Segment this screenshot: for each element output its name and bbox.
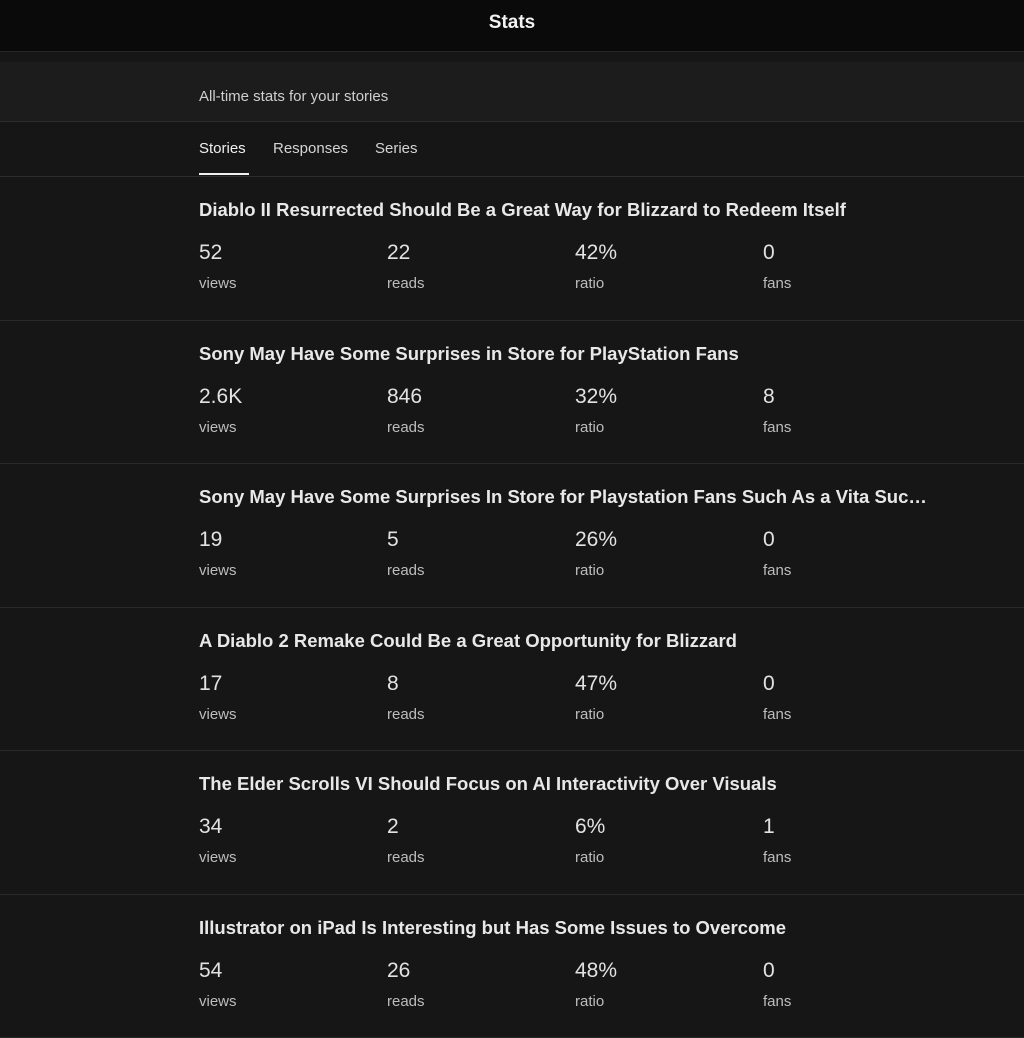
reads-metric: 8 reads (387, 672, 557, 723)
ratio-value: 32% (575, 385, 745, 409)
ratio-metric: 48% ratio (575, 959, 745, 1010)
views-label: views (199, 706, 369, 723)
reads-value: 8 (387, 672, 557, 696)
views-value: 34 (199, 815, 369, 839)
tab-responses[interactable]: Responses (273, 140, 348, 157)
story-list: Diablo II Resurrected Should Be a Great … (0, 177, 1024, 1038)
ratio-value: 26% (575, 528, 745, 552)
fans-metric: 0 fans (763, 672, 933, 723)
views-metric: 19 views (199, 528, 369, 579)
fans-value: 0 (763, 672, 933, 696)
views-metric: 54 views (199, 959, 369, 1010)
story-row: Illustrator on iPad Is Interesting but H… (0, 895, 1024, 1038)
ratio-label: ratio (575, 706, 745, 723)
reads-label: reads (387, 849, 557, 866)
fans-value: 0 (763, 528, 933, 552)
story-title[interactable]: Sony May Have Some Surprises in Store fo… (199, 343, 939, 365)
views-label: views (199, 993, 369, 1010)
reads-metric: 2 reads (387, 815, 557, 866)
views-metric: 34 views (199, 815, 369, 866)
stats-tabs: Stories Responses Series (0, 122, 1024, 177)
fans-value: 8 (763, 385, 933, 409)
fans-value: 0 (763, 959, 933, 983)
fans-label: fans (763, 419, 933, 436)
fans-label: fans (763, 993, 933, 1010)
fans-value: 0 (763, 241, 933, 265)
fans-metric: 0 fans (763, 528, 933, 579)
story-row: The Elder Scrolls VI Should Focus on AI … (0, 751, 1024, 895)
reads-value: 2 (387, 815, 557, 839)
story-row: A Diablo 2 Remake Could Be a Great Oppor… (0, 608, 1024, 752)
story-title[interactable]: The Elder Scrolls VI Should Focus on AI … (199, 773, 939, 795)
fans-metric: 1 fans (763, 815, 933, 866)
story-title[interactable]: Sony May Have Some Surprises In Store fo… (199, 486, 939, 508)
reads-metric: 22 reads (387, 241, 557, 292)
views-value: 52 (199, 241, 369, 265)
reads-label: reads (387, 706, 557, 723)
ratio-metric: 32% ratio (575, 385, 745, 436)
views-label: views (199, 275, 369, 292)
top-bar: Stats (0, 0, 1024, 52)
page-title: Stats (489, 12, 535, 34)
views-value: 17 (199, 672, 369, 696)
reads-label: reads (387, 562, 557, 579)
ratio-metric: 26% ratio (575, 528, 745, 579)
story-title[interactable]: A Diablo 2 Remake Could Be a Great Oppor… (199, 630, 939, 652)
ratio-label: ratio (575, 419, 745, 436)
active-tab-indicator (199, 173, 249, 175)
views-value: 19 (199, 528, 369, 552)
views-label: views (199, 419, 369, 436)
reads-value: 22 (387, 241, 557, 265)
fans-label: fans (763, 562, 933, 579)
ratio-metric: 47% ratio (575, 672, 745, 723)
fans-value: 1 (763, 815, 933, 839)
ratio-label: ratio (575, 562, 745, 579)
fans-label: fans (763, 275, 933, 292)
ratio-value: 47% (575, 672, 745, 696)
ratio-label: ratio (575, 275, 745, 292)
story-row: Diablo II Resurrected Should Be a Great … (0, 177, 1024, 321)
reads-value: 5 (387, 528, 557, 552)
fans-label: fans (763, 849, 933, 866)
tab-stories[interactable]: Stories (199, 140, 246, 157)
reads-metric: 26 reads (387, 959, 557, 1010)
ratio-label: ratio (575, 993, 745, 1010)
story-row: Sony May Have Some Surprises in Store fo… (0, 321, 1024, 465)
reads-label: reads (387, 993, 557, 1010)
reads-metric: 5 reads (387, 528, 557, 579)
views-metric: 2.6K views (199, 385, 369, 436)
stats-subheader: All-time stats for your stories (0, 62, 1024, 122)
ratio-metric: 6% ratio (575, 815, 745, 866)
fans-metric: 0 fans (763, 241, 933, 292)
fans-label: fans (763, 706, 933, 723)
subheader-text: All-time stats for your stories (199, 88, 388, 105)
reads-metric: 846 reads (387, 385, 557, 436)
story-row: Sony May Have Some Surprises In Store fo… (0, 464, 1024, 608)
views-value: 2.6K (199, 385, 369, 409)
views-label: views (199, 849, 369, 866)
reads-value: 26 (387, 959, 557, 983)
views-metric: 52 views (199, 241, 369, 292)
ratio-value: 6% (575, 815, 745, 839)
story-title[interactable]: Diablo II Resurrected Should Be a Great … (199, 199, 939, 221)
ratio-label: ratio (575, 849, 745, 866)
fans-metric: 0 fans (763, 959, 933, 1010)
story-title[interactable]: Illustrator on iPad Is Interesting but H… (199, 917, 939, 939)
ratio-value: 48% (575, 959, 745, 983)
ratio-metric: 42% ratio (575, 241, 745, 292)
reads-label: reads (387, 275, 557, 292)
views-metric: 17 views (199, 672, 369, 723)
ratio-value: 42% (575, 241, 745, 265)
views-label: views (199, 562, 369, 579)
tab-series[interactable]: Series (375, 140, 418, 157)
reads-value: 846 (387, 385, 557, 409)
views-value: 54 (199, 959, 369, 983)
fans-metric: 8 fans (763, 385, 933, 436)
reads-label: reads (387, 419, 557, 436)
